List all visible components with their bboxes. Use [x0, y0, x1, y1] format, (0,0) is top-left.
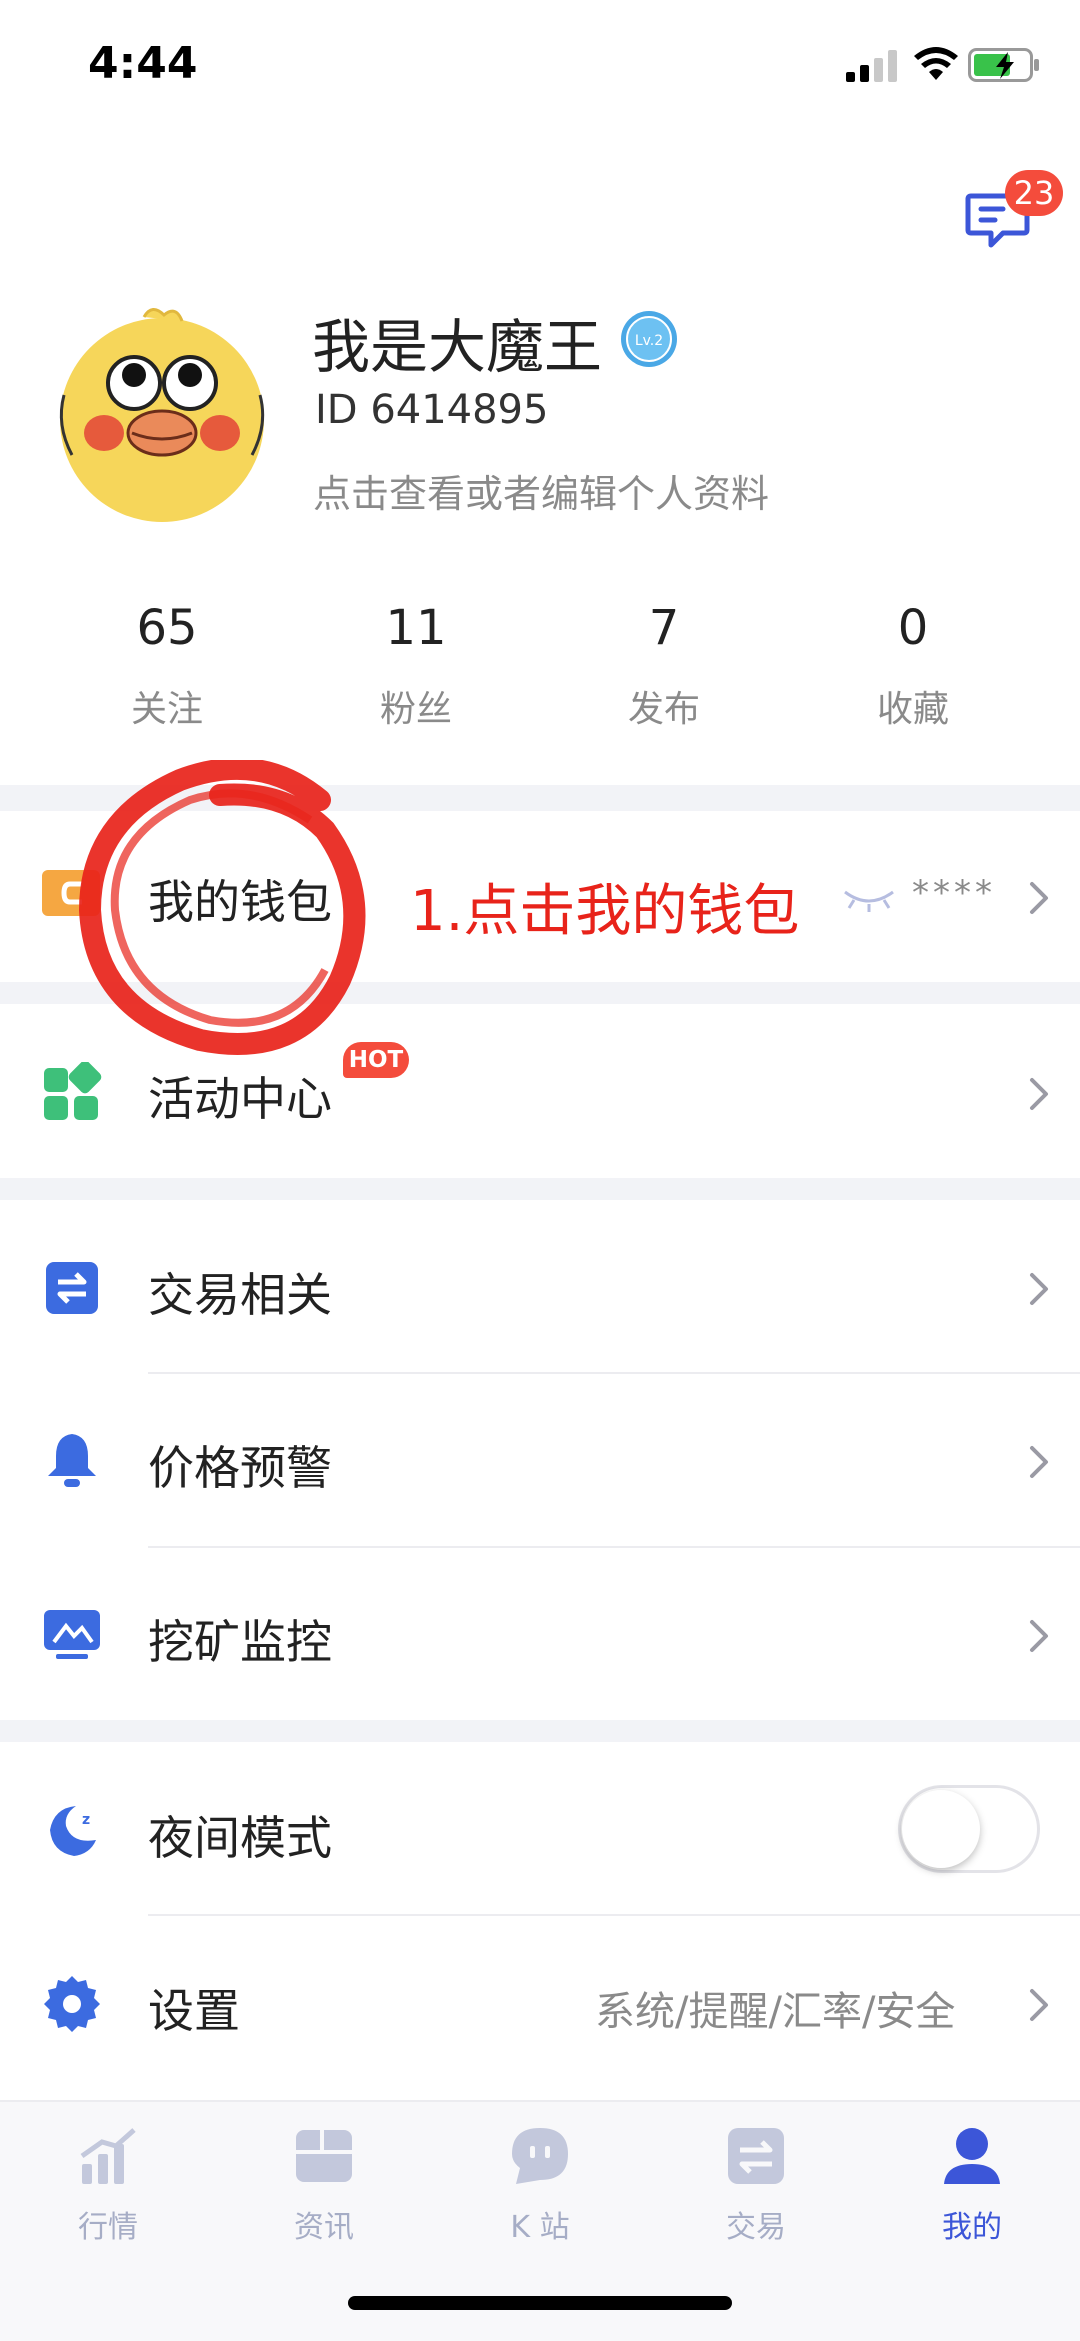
- followers-label[interactable]: 粉丝: [336, 680, 496, 732]
- status-time: 4:44: [88, 38, 198, 89]
- hot-badge: HOT: [343, 1042, 409, 1078]
- user-id: ID 6414895: [315, 387, 549, 433]
- following-count[interactable]: 65: [87, 600, 247, 656]
- tab-trade[interactable]: 交易: [676, 2112, 836, 2252]
- bell-icon: [48, 1434, 96, 1487]
- cellular-signal-icon: [846, 50, 897, 82]
- level-text: Lv.2: [635, 333, 663, 349]
- section-separator: [0, 1178, 1080, 1200]
- wifi-icon: [914, 47, 958, 80]
- chart-icon: [80, 2128, 136, 2184]
- trade-related-label[interactable]: 交易相关: [148, 1259, 332, 1325]
- svg-text:z: z: [82, 1812, 90, 1828]
- tab-mine[interactable]: 我的: [892, 2112, 1052, 2252]
- moon-icon: z: [50, 1806, 96, 1856]
- tab-label: 行情: [78, 2210, 138, 2245]
- avatar[interactable]: [52, 305, 272, 525]
- favorites-count[interactable]: 0: [833, 600, 993, 656]
- tab-label: K 站: [510, 2210, 570, 2245]
- message-count-badge: 23: [1005, 170, 1063, 216]
- tab-label: 交易: [726, 2210, 786, 2245]
- chevron-right-icon: [1030, 882, 1048, 914]
- apps-grid-icon: [44, 1062, 102, 1120]
- level-badge-icon: Lv.2: [621, 311, 677, 367]
- tab-k-station[interactable]: K 站: [460, 2112, 620, 2252]
- chevron-right-icon: [1030, 1273, 1048, 1305]
- tab-label: 资讯: [294, 2210, 354, 2245]
- section-separator: [0, 1720, 1080, 1742]
- profile-icon: [944, 2128, 1000, 2184]
- posts-count[interactable]: 7: [584, 600, 744, 656]
- tab-news[interactable]: 资讯: [244, 2112, 404, 2252]
- price-alert-label[interactable]: 价格预警: [148, 1432, 332, 1498]
- following-label[interactable]: 关注: [87, 680, 247, 732]
- trade-swap-icon: [46, 1262, 98, 1314]
- chevron-right-icon: [1030, 1078, 1048, 1110]
- home-indicator[interactable]: [348, 2296, 732, 2310]
- gear-icon: [44, 1976, 100, 2032]
- activity-center-label[interactable]: 活动中心: [148, 1063, 332, 1129]
- mining-monitor-icon: [44, 1610, 100, 1659]
- tab-market[interactable]: 行情: [28, 2112, 188, 2252]
- trade-icon: [728, 2128, 784, 2184]
- posts-label[interactable]: 发布: [584, 680, 744, 732]
- chevron-right-icon: [1030, 1989, 1048, 2021]
- eye-closed-icon[interactable]: [842, 886, 896, 914]
- tab-label: 我的: [942, 2210, 1002, 2245]
- night-mode-label: 夜间模式: [148, 1811, 332, 1865]
- followers-count[interactable]: 11: [336, 600, 496, 656]
- settings-description: 系统/提醒/汇率/安全: [595, 1989, 956, 2035]
- edit-profile-link[interactable]: 点击查看或者编辑个人资料: [313, 463, 769, 518]
- toggle-knob[interactable]: [902, 1790, 980, 1868]
- profile-name[interactable]: 我是大魔王: [312, 300, 602, 384]
- kstation-icon: [512, 2128, 568, 2184]
- favorites-label[interactable]: 收藏: [833, 680, 993, 732]
- battery-charging-icon: [968, 48, 1039, 82]
- settings-label[interactable]: 设置: [148, 1975, 240, 2041]
- chevron-right-icon: [1030, 1620, 1048, 1652]
- mining-monitor-label[interactable]: 挖矿监控: [148, 1606, 332, 1672]
- wallet-balance-masked: ****: [912, 873, 996, 913]
- news-icon: [296, 2130, 352, 2182]
- chevron-right-icon: [1030, 1446, 1048, 1478]
- wallet-annotation-text: 1.点击我的钱包: [410, 879, 800, 944]
